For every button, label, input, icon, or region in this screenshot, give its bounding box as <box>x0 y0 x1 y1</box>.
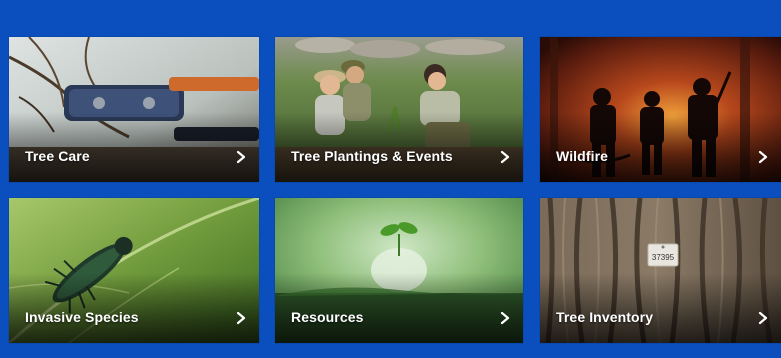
card-label: Tree Inventory <box>556 309 654 325</box>
card-tree-care[interactable]: Tree Care <box>9 37 259 182</box>
card-tree-plantings-events[interactable]: Tree Plantings & Events <box>275 37 523 182</box>
chevron-right-icon <box>236 311 246 325</box>
tree-tag-number: 37395 <box>652 253 675 262</box>
card-label: Tree Plantings & Events <box>291 148 453 164</box>
card-resources[interactable]: Resources <box>275 198 523 343</box>
card-label: Invasive Species <box>25 309 139 325</box>
card-invasive-species[interactable]: Invasive Species <box>9 198 259 343</box>
card-label: Wildfire <box>556 148 609 164</box>
category-card-grid: Tree Care Tree Plantings & Events Wildfi… <box>0 0 781 358</box>
card-wildfire[interactable]: Wildfire <box>540 37 781 182</box>
chevron-right-icon <box>758 311 768 325</box>
chevron-right-icon <box>758 150 768 164</box>
chevron-right-icon <box>236 150 246 164</box>
card-label: Resources <box>291 309 364 325</box>
card-label: Tree Care <box>25 148 90 164</box>
chevron-right-icon <box>500 311 510 325</box>
card-tree-inventory[interactable]: 37395 Tree Inventory <box>540 198 781 343</box>
chevron-right-icon <box>500 150 510 164</box>
